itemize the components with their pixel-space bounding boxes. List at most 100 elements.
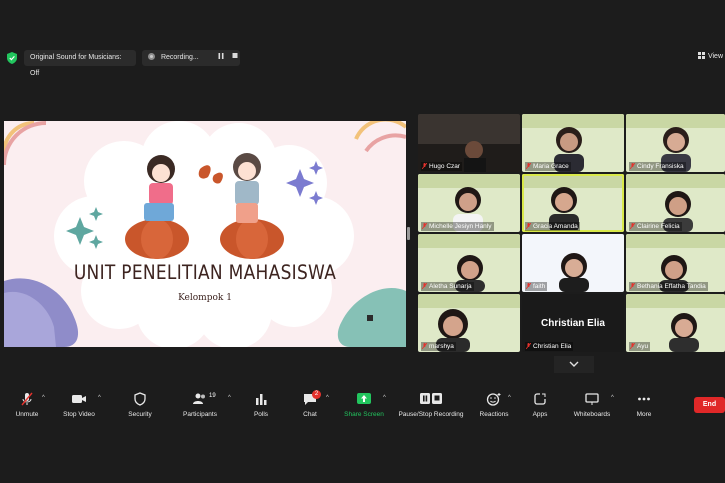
stop-video-button[interactable]: Stop Video: [52, 388, 106, 418]
participant-tile[interactable]: Bethania Effatha Tandia: [626, 234, 725, 292]
view-button[interactable]: View: [698, 52, 723, 60]
stop-recording-icon[interactable]: [230, 52, 240, 60]
participant-tile[interactable]: Ayu: [626, 294, 725, 352]
participant-name-tag: marshya: [421, 342, 456, 351]
participant-tile-no-video[interactable]: Christian Elia Christian Elia: [522, 294, 624, 352]
apps-button[interactable]: Apps: [513, 388, 567, 418]
mic-muted-icon: [526, 163, 531, 169]
smiley-add-icon: [486, 393, 501, 406]
recording-label: Recording...: [160, 54, 199, 61]
more-label: More: [636, 411, 652, 418]
mic-muted-icon: [630, 283, 635, 289]
original-sound-indicator[interactable]: Original Sound for Musicians: Off: [24, 50, 136, 77]
participant-name-tag: Maria Grace: [525, 162, 571, 171]
mic-muted-icon: [630, 223, 635, 229]
mic-muted-icon: [422, 343, 427, 349]
recording-dot-icon: [148, 53, 155, 60]
mic-muted-icon: [422, 223, 427, 229]
participants-count: 19: [209, 393, 216, 399]
reactions-options-chevron-icon[interactable]: ^: [508, 395, 511, 401]
meeting-top-bar: Original Sound for Musicians: Off Record…: [0, 48, 725, 77]
participant-tile[interactable]: Maria Grace: [522, 114, 624, 172]
meeting-controls-toolbar: Unmute ^ Stop Video ^ Security Participa…: [0, 388, 725, 422]
share-screen-icon: [357, 393, 371, 404]
whiteboards-button[interactable]: Whiteboards: [565, 388, 619, 418]
more-button[interactable]: More: [617, 388, 671, 418]
original-sound-label: Original Sound for Musicians: Off: [30, 54, 122, 77]
mic-muted-icon: [526, 223, 531, 229]
more-dots-icon: [638, 397, 650, 401]
participant-name-tag: Cindy Fransiska: [629, 162, 686, 171]
pause-stop-icon: [420, 393, 442, 404]
participant-name-tag: Gracia Amanda: [525, 222, 580, 231]
mic-muted-icon: [630, 343, 635, 349]
mic-muted-icon: [422, 163, 427, 169]
gallery-expand-button[interactable]: [554, 356, 594, 373]
participant-name-tag: Michelle Jesiyn Hanly: [421, 222, 494, 231]
pause-stop-recording-button[interactable]: Pause/Stop Recording: [398, 388, 464, 418]
slide-artwork: [4, 121, 406, 347]
polls-label: Polls: [253, 411, 269, 418]
whiteboard-icon: [585, 393, 599, 405]
security-label: Security: [128, 411, 152, 418]
mic-muted-icon: [526, 283, 531, 289]
pause-recording-label: Pause/Stop Recording: [398, 411, 464, 418]
stop-video-label: Stop Video: [63, 411, 95, 418]
mic-muted-icon: [422, 283, 427, 289]
bar-chart-icon: [256, 394, 267, 405]
participant-tile-active-speaker[interactable]: Gracia Amanda: [522, 174, 624, 232]
video-options-chevron-icon[interactable]: ^: [98, 395, 101, 401]
participant-tile[interactable]: Aletha Sunarja: [418, 234, 520, 292]
participants-label: Participants: [183, 411, 217, 418]
security-button[interactable]: Security: [113, 388, 167, 418]
participant-name-tag: Ayu: [629, 342, 651, 351]
whiteboards-options-chevron-icon[interactable]: ^: [611, 395, 614, 401]
mic-muted-icon: [630, 163, 635, 169]
chevron-down-icon: [569, 361, 579, 367]
participant-tile[interactable]: Michelle Jesiyn Hanly: [418, 174, 520, 232]
shield-check-icon[interactable]: [7, 52, 17, 64]
end-meeting-button[interactable]: End: [694, 397, 725, 413]
participants-button[interactable]: Participants: [173, 388, 227, 418]
chat-options-chevron-icon[interactable]: ^: [326, 395, 329, 401]
participant-placeholder-name: Christian Elia: [541, 318, 605, 329]
video-camera-icon: [72, 395, 86, 403]
participant-name-tag: Bethania Effatha Tandia: [629, 282, 708, 291]
chat-button[interactable]: Chat: [283, 388, 337, 418]
chat-unread-badge: 2: [312, 390, 321, 399]
slide-subtitle: Kelompok 1: [178, 293, 232, 303]
view-label: View: [707, 53, 723, 60]
participant-name-tag: faith: [525, 282, 548, 291]
shared-screen-slide: UNIT PENELITIAN MAHASISWA Kelompok 1: [4, 121, 406, 347]
pause-recording-icon[interactable]: [216, 52, 226, 60]
participants-icon: [193, 393, 205, 404]
mic-muted-icon: [526, 343, 531, 349]
audio-options-chevron-icon[interactable]: ^: [42, 395, 45, 401]
chat-label: Chat: [303, 411, 317, 418]
participant-name-tag: Christian Elia: [525, 342, 574, 351]
polls-button[interactable]: Polls: [234, 388, 288, 418]
microphone-muted-icon: [21, 392, 33, 406]
participant-tile[interactable]: faith: [522, 234, 624, 292]
participant-name-tag: Aletha Sunarja: [421, 282, 474, 291]
apps-icon: [534, 393, 546, 405]
split-view-handle[interactable]: [407, 227, 410, 240]
unmute-label: Unmute: [15, 411, 39, 418]
grid-view-icon: [698, 52, 705, 59]
participant-tile[interactable]: Clairine Felicia: [626, 174, 725, 232]
participant-name-tag: Clairine Felicia: [629, 222, 682, 231]
shield-icon: [134, 392, 146, 406]
share-screen-button[interactable]: Share Screen: [337, 388, 391, 418]
apps-label: Apps: [532, 411, 548, 418]
participant-tile[interactable]: Hugo Czar: [418, 114, 520, 172]
whiteboards-label: Whiteboards: [573, 411, 611, 418]
share-screen-label: Share Screen: [344, 411, 384, 418]
participant-tile[interactable]: Cindy Fransiska: [626, 114, 725, 172]
participant-name-tag: Hugo Czar: [421, 162, 463, 171]
share-options-chevron-icon[interactable]: ^: [383, 395, 386, 401]
participant-tile[interactable]: marshya: [418, 294, 520, 352]
unmute-button[interactable]: Unmute: [0, 388, 54, 418]
slide-title: UNIT PENELITIAN MAHASISWA: [73, 261, 337, 285]
participant-gallery: Hugo Czar Maria Grace Cindy Fransiska Mi…: [418, 114, 725, 352]
participants-options-chevron-icon[interactable]: ^: [228, 395, 231, 401]
